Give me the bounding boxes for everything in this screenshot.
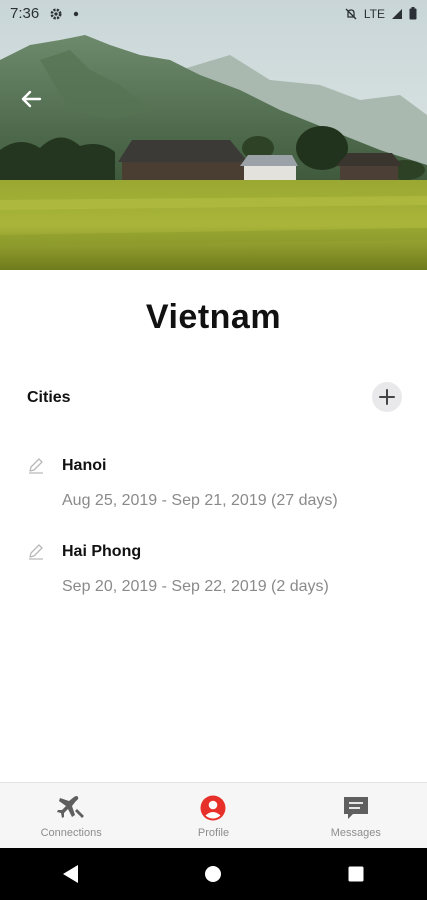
airplane-icon [57, 796, 85, 818]
landscape-photo [0, 0, 427, 270]
add-city-button[interactable] [372, 382, 402, 412]
back-button[interactable] [16, 84, 46, 114]
bottom-navigation: Connections Profile Messages [0, 782, 427, 849]
system-navigation-bar [0, 848, 427, 900]
nav-label: Connections [40, 827, 102, 839]
city-dates: Aug 25, 2019 - Sep 21, 2019 (27 days) [62, 492, 338, 509]
city-dates: Sep 20, 2019 - Sep 22, 2019 (2 days) [62, 578, 329, 595]
nav-label: Profile [197, 827, 230, 839]
status-bar: 7:36 LTE [0, 0, 427, 27]
page-title: Vietnam [145, 298, 282, 336]
edit-city-button[interactable] [26, 541, 46, 561]
plus-icon [379, 389, 395, 405]
battery-icon [409, 7, 417, 20]
profile-icon [200, 795, 226, 821]
nav-connections[interactable]: Connections [0, 783, 142, 849]
city-name: Hai Phong [62, 543, 142, 560]
settings-icon [50, 8, 62, 19]
system-back-button[interactable] [51, 854, 91, 894]
cities-header: Cities [27, 389, 71, 406]
arrow-left-icon [21, 90, 42, 108]
city-list-item[interactable]: Hai Phong Sep 20, 2019 - Sep 22, 2019 (2… [0, 543, 427, 613]
city-list-item[interactable]: Hanoi Aug 25, 2019 - Sep 21, 2019 (27 da… [0, 457, 427, 527]
square-recents-icon [348, 866, 364, 882]
system-home-button[interactable] [193, 854, 233, 894]
mute-icon [345, 8, 357, 19]
edit-city-button[interactable] [26, 455, 46, 475]
notification-dot-icon [74, 11, 79, 16]
message-icon [343, 797, 368, 819]
circle-home-icon [205, 866, 222, 882]
nav-messages[interactable]: Messages [285, 783, 427, 849]
status-time: 7:36 [10, 5, 40, 22]
triangle-back-icon [63, 865, 79, 883]
city-name: Hanoi [62, 457, 107, 474]
hero-image: 7:36 LTE [0, 0, 427, 270]
pencil-icon [29, 544, 43, 560]
nav-label: Messages [330, 827, 381, 839]
signal-icon [392, 8, 402, 19]
pencil-icon [29, 458, 43, 474]
nav-profile[interactable]: Profile [142, 783, 284, 849]
network-label: LTE [363, 6, 385, 21]
system-recents-button[interactable] [336, 854, 376, 894]
